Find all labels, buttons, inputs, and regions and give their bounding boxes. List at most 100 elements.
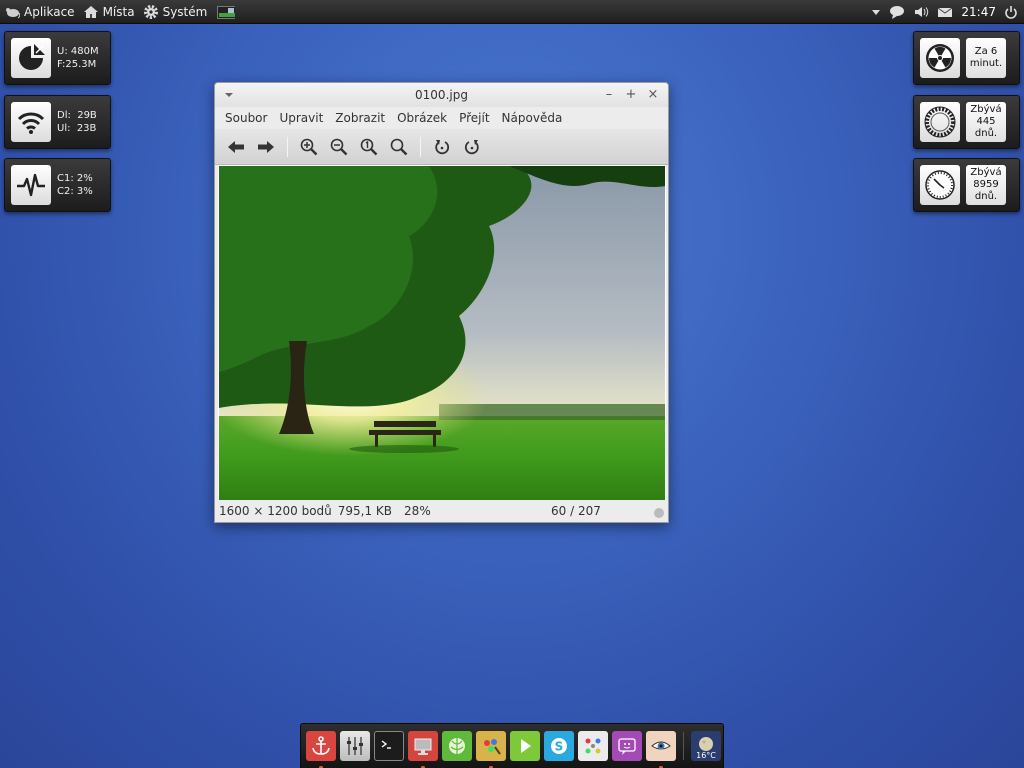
- countdown-3-text: Zbývá 8959 dnů.: [966, 165, 1006, 205]
- mouse-icon: [6, 7, 20, 18]
- rotate-right-icon: [464, 139, 479, 154]
- menu-edit[interactable]: Upravit: [273, 111, 329, 125]
- countdown-2-line-3: dnů.: [974, 128, 998, 139]
- radiation-tile: [920, 38, 960, 78]
- rotate-left-icon: [435, 139, 450, 154]
- image-canvas[interactable]: [218, 165, 666, 501]
- statusbar: 1600 × 1200 bodů 795,1 KB 28% 60 / 207: [215, 500, 668, 522]
- arrow-right-icon: [258, 140, 274, 153]
- taskbar-viewer-button[interactable]: [211, 0, 243, 24]
- dock-eye[interactable]: [646, 731, 676, 768]
- dock-smiley[interactable]: [612, 731, 642, 761]
- countdown-widget-1[interactable]: Za 6 minut.: [913, 31, 1020, 85]
- toolbar-separator: [287, 136, 288, 157]
- arrow-left-icon: [228, 140, 244, 153]
- menu-image[interactable]: Obrázek: [391, 111, 453, 125]
- memory-values: U: 480M F:25.3M: [57, 46, 99, 70]
- zoom-normal-button[interactable]: [354, 133, 384, 161]
- zoom-in-button[interactable]: [294, 133, 324, 161]
- zoom-normal-icon: [360, 138, 378, 155]
- toolbar: [215, 129, 668, 165]
- menu-system[interactable]: Systém: [139, 0, 212, 24]
- menu-places-label: Místa: [102, 4, 135, 19]
- mail-icon[interactable]: [937, 4, 953, 20]
- menu-file[interactable]: Soubor: [219, 111, 273, 125]
- dock-separator: [683, 732, 684, 760]
- window-title: 0100.jpg: [415, 88, 468, 102]
- image-icon: [217, 5, 236, 19]
- rotate-left-button[interactable]: [427, 133, 457, 161]
- image-viewer-window[interactable]: 0100.jpg – + × Soubor Upravit Zobrazit O…: [214, 82, 669, 523]
- dock-weather[interactable]: 16°C: [691, 731, 721, 761]
- chevron-down-icon[interactable]: [871, 4, 881, 20]
- menubar: Soubor Upravit Zobrazit Obrázek Přejít N…: [215, 107, 668, 129]
- wifi-icon: [17, 112, 45, 134]
- minimize-icon[interactable]: –: [602, 86, 616, 102]
- maximize-icon[interactable]: +: [624, 86, 638, 102]
- resize-grip[interactable]: [654, 508, 664, 518]
- cpu-values: C1: 2% C2: 3%: [57, 173, 93, 197]
- smiley-icon: [618, 738, 636, 755]
- mixer-icon: [347, 737, 363, 755]
- dock-mixer[interactable]: [340, 731, 370, 761]
- close-icon[interactable]: ×: [646, 86, 660, 102]
- top-panel: Aplikace Místa Systém 21:47: [0, 0, 1024, 24]
- countdown-1-text: Za 6 minut.: [966, 38, 1006, 78]
- svg-text:S: S: [555, 740, 564, 754]
- power-icon[interactable]: [1004, 4, 1018, 20]
- memory-widget[interactable]: U: 480M F:25.3M: [4, 31, 111, 85]
- system-tray: 21:47: [871, 0, 1024, 24]
- network-values: Dl: 29B Ul: 23B: [57, 110, 97, 134]
- dock-skype[interactable]: S: [544, 731, 574, 761]
- chat-icon[interactable]: [889, 4, 905, 20]
- dock-lettuce[interactable]: [442, 731, 472, 761]
- zoom-fit-button[interactable]: [384, 133, 414, 161]
- status-filesize: 795,1 KB: [337, 504, 393, 518]
- cpu-widget[interactable]: C1: 2% C2: 3%: [4, 158, 111, 212]
- anchor-icon: [312, 736, 330, 755]
- window-menu-icon[interactable]: [223, 87, 235, 101]
- terminal-icon: [381, 740, 391, 749]
- wifi-tile: [11, 102, 51, 142]
- dock-paint[interactable]: [476, 731, 506, 768]
- countdown-3-line-1: Zbývá: [970, 167, 1002, 178]
- menu-places[interactable]: Místa: [79, 0, 139, 24]
- radiation-icon: [926, 44, 954, 72]
- clock-face-tile: [920, 165, 960, 205]
- dock-anchor[interactable]: [306, 731, 336, 768]
- menu-applications-label: Aplikace: [24, 4, 75, 19]
- volume-icon[interactable]: [913, 4, 929, 20]
- rotate-right-button[interactable]: [457, 133, 487, 161]
- status-dimensions: 1600 × 1200 bodů: [219, 504, 332, 518]
- countdown-widget-2[interactable]: Zbývá 445 dnů.: [913, 95, 1020, 149]
- dock-monitor[interactable]: [408, 731, 438, 768]
- clock[interactable]: 21:47: [961, 5, 996, 19]
- countdown-3-line-2: 8959: [973, 179, 999, 190]
- zoom-in-icon: [300, 138, 318, 155]
- photo-tree-meadow: [219, 166, 665, 500]
- menu-view[interactable]: Zobrazit: [329, 111, 391, 125]
- zoom-out-button[interactable]: [324, 133, 354, 161]
- zoom-fit-icon: [390, 138, 408, 155]
- window-titlebar[interactable]: 0100.jpg – + ×: [215, 83, 668, 107]
- status-zoom: 28%: [404, 504, 431, 518]
- next-button[interactable]: [251, 133, 281, 161]
- wreath-icon: [924, 106, 956, 138]
- previous-button[interactable]: [221, 133, 251, 161]
- countdown-widget-3[interactable]: Zbývá 8959 dnů.: [913, 158, 1020, 212]
- weather-temperature: 16°C: [696, 751, 716, 760]
- countdown-3-line-3: dnů.: [974, 191, 998, 202]
- menu-help[interactable]: Nápověda: [496, 111, 569, 125]
- window-buttons: – + ×: [602, 86, 660, 102]
- network-widget[interactable]: Dl: 29B Ul: 23B: [4, 95, 111, 149]
- menu-applications[interactable]: Aplikace: [0, 0, 79, 24]
- toolbar-separator: [420, 136, 421, 157]
- zoom-out-icon: [330, 138, 348, 155]
- menu-go[interactable]: Přejít: [453, 111, 495, 125]
- clock-face-icon: [925, 170, 955, 200]
- dock-play[interactable]: [510, 731, 540, 761]
- dock-terminal[interactable]: [374, 731, 404, 761]
- dock-dots[interactable]: [578, 731, 608, 761]
- status-position: 60 / 207: [551, 504, 601, 518]
- countdown-2-text: Zbývá 445 dnů.: [966, 102, 1006, 142]
